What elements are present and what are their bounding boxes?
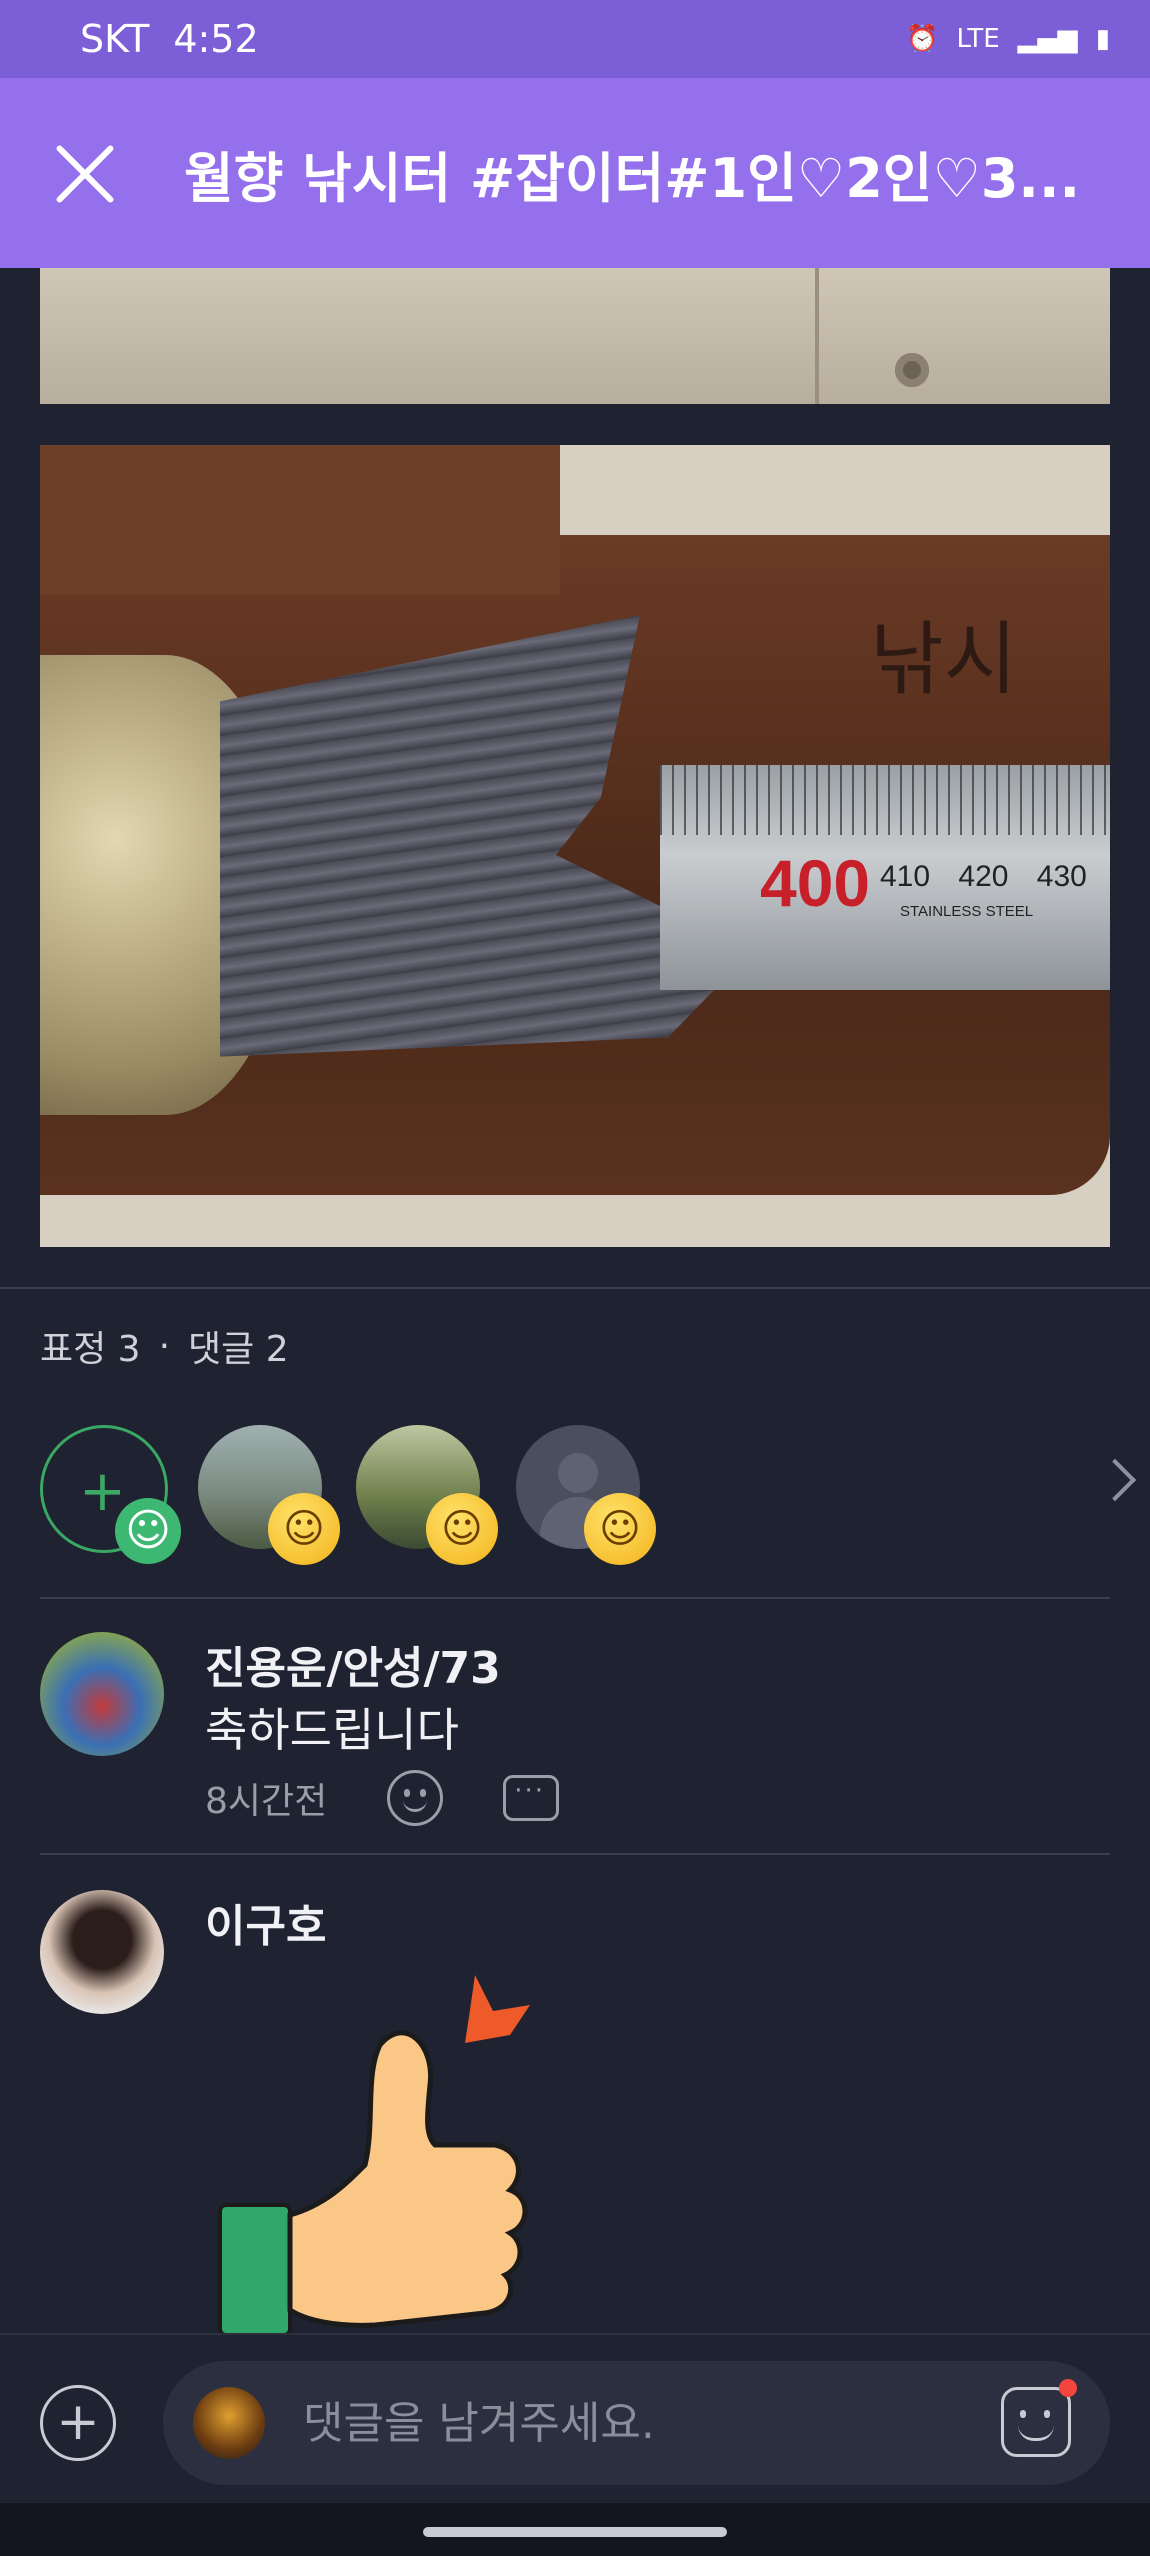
- measuring-ruler: 400 410 420 430 440 STAINLESS STEEL: [660, 765, 1110, 990]
- sticker-icon[interactable]: [1001, 2387, 1071, 2457]
- wooden-board-top: [40, 445, 560, 595]
- add-attachment-button[interactable]: +: [40, 2385, 116, 2461]
- ruler-main-mark: 400: [760, 846, 871, 920]
- comment-item: 진용운/안성/73 축하드립니다 8시간전: [40, 1632, 1110, 1832]
- avatar[interactable]: [40, 1632, 164, 1756]
- comment-composer: +: [0, 2333, 1150, 2503]
- divider: [40, 1597, 1110, 1599]
- my-avatar: [193, 2387, 265, 2459]
- post-image[interactable]: 400 410 420 430 440 STAINLESS STEEL 낚시: [40, 445, 1110, 1247]
- reaction-summary[interactable]: 표정 3 · 댓글 2: [40, 1320, 289, 1372]
- comment-count: 댓글 2: [188, 1329, 289, 1370]
- comment-author[interactable]: 이구호: [205, 1890, 326, 1954]
- divider: [0, 1287, 1150, 1289]
- network-label: LTE: [956, 24, 1000, 54]
- alarm-icon: ⏰: [906, 24, 939, 54]
- app-header: 월향 낚시터 #잡이터#1인♡2인♡3...: [0, 78, 1150, 268]
- comment-time: 8시간전: [205, 1781, 328, 1822]
- battery-icon: ▮: [1095, 24, 1110, 54]
- divider: [40, 1853, 1110, 1855]
- comment-input[interactable]: [303, 2381, 923, 2465]
- smile-icon: ☺: [115, 1498, 181, 1564]
- close-icon[interactable]: [50, 139, 118, 207]
- avatar[interactable]: [40, 1890, 164, 2014]
- comment-author[interactable]: 진용운/안성/73: [205, 1632, 501, 1696]
- bolt: [895, 353, 929, 387]
- page-title: 월향 낚시터 #잡이터#1인♡2인♡3...: [184, 146, 1080, 210]
- ruler-ticks: [660, 765, 1110, 835]
- reactors-row: + ☺ ☺ ☺ ☺: [40, 1425, 1137, 1565]
- thumbs-up-smile-emoji-icon: ☺: [268, 1493, 340, 1565]
- sparkle-icon: [465, 1975, 530, 2043]
- thumbs-up-smile-emoji-icon: ☺: [426, 1493, 498, 1565]
- comment-text: 축하드립니다: [205, 1703, 459, 1757]
- reaction-count: 표정 3: [40, 1329, 141, 1370]
- hand: [287, 2030, 528, 2328]
- thumbs-up-smile-emoji-icon: ☺: [584, 1493, 656, 1565]
- clock: 4:52: [173, 17, 259, 61]
- smile-icon[interactable]: [387, 1770, 444, 1826]
- comment-input-container: [163, 2361, 1110, 2485]
- sleeve: [218, 2203, 292, 2337]
- board-carving: 낚시: [870, 613, 1018, 706]
- plus-icon: +: [79, 1459, 126, 1524]
- ruler-marks: 410 420 430 440: [880, 860, 1110, 893]
- chevron-right-icon[interactable]: [1093, 1458, 1137, 1502]
- ruler-brand: STAINLESS STEEL: [900, 903, 1034, 920]
- separator: ·: [158, 1325, 171, 1367]
- post-image-top[interactable]: [40, 268, 1110, 404]
- home-indicator[interactable]: [423, 2527, 727, 2537]
- signal-icon: ▂▄▆: [1017, 24, 1078, 54]
- add-reaction-button[interactable]: + ☺: [40, 1425, 181, 1564]
- comment-meta: 8시간전: [205, 1770, 560, 1826]
- board-seam: [815, 268, 819, 404]
- status-bar: SKT 4:52 ⏰ LTE ▂▄▆ ▮: [0, 0, 1150, 78]
- thumbs-up-sticker: [218, 1975, 530, 2337]
- carrier-label: SKT: [80, 17, 150, 61]
- reply-icon[interactable]: [503, 1775, 560, 1821]
- notification-dot: [1059, 2379, 1077, 2397]
- default-person-icon: [558, 1453, 598, 1493]
